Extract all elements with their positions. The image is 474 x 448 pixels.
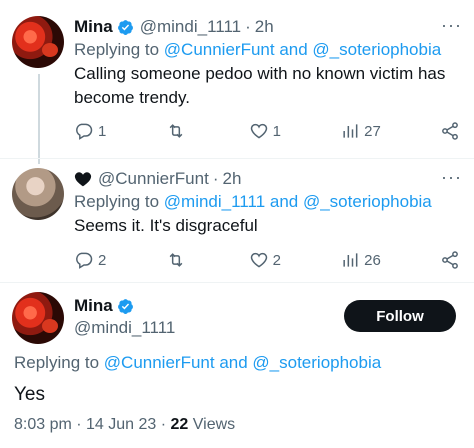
heart-icon <box>250 123 267 139</box>
reply-button[interactable]: 2 <box>74 250 106 270</box>
divider <box>0 158 474 159</box>
replying-to-label: Replying to <box>74 40 164 59</box>
tweet-text: Seems it. It's disgraceful <box>74 216 258 235</box>
reply-button[interactable]: 1 <box>74 121 106 141</box>
mention-link[interactable]: @_soteriophobia <box>312 40 441 59</box>
more-options-icon[interactable]: ··· <box>441 16 462 34</box>
mention-link[interactable]: @_soteriophobia <box>303 192 432 211</box>
avatar[interactable] <box>12 292 64 344</box>
replying-to: Replying to @mindi_1111 and @_soteriopho… <box>74 190 460 214</box>
handle[interactable]: @CunnierFunt <box>98 168 209 190</box>
share-button[interactable] <box>440 250 460 270</box>
more-options-icon[interactable]: ··· <box>441 168 462 186</box>
view-count: 27 <box>364 122 381 140</box>
tweet-actions: 1 1 27 <box>74 119 460 143</box>
avatar[interactable] <box>12 168 64 220</box>
analytics-icon <box>343 253 358 267</box>
replying-to-label: Replying to <box>14 353 104 372</box>
views-button[interactable]: 27 <box>340 121 381 141</box>
separator-dot: · <box>245 17 251 36</box>
black-heart-icon <box>74 172 92 187</box>
replying-to: Replying to @CunnierFunt and @_soterioph… <box>74 38 460 62</box>
timestamp[interactable]: 2h <box>222 168 241 190</box>
mention-link[interactable]: @mindi_1111 <box>164 192 265 211</box>
separator-dot: · <box>71 416 87 433</box>
post-date[interactable]: 14 Jun 23 <box>86 416 156 433</box>
divider <box>0 282 474 283</box>
avatar[interactable] <box>12 16 64 68</box>
display-name[interactable]: Mina <box>74 16 113 38</box>
mention-link[interactable]: @CunnierFunt <box>164 40 275 59</box>
mention-and: and <box>274 40 313 59</box>
retweet-button[interactable] <box>166 250 190 270</box>
share-icon <box>442 251 458 269</box>
share-button[interactable] <box>440 121 460 141</box>
tweet-text: Yes <box>14 384 45 405</box>
retweet-icon <box>169 124 182 138</box>
follow-button[interactable]: Follow <box>344 300 456 332</box>
handle[interactable]: @mindi_1111 <box>140 16 241 38</box>
handle[interactable]: @mindi_1111 <box>74 318 175 338</box>
view-count: 26 <box>364 251 381 269</box>
replying-to-label: Replying to <box>74 192 164 211</box>
reply-count: 2 <box>98 251 107 269</box>
mention-link[interactable]: @CunnierFunt <box>104 353 215 372</box>
main-author-row: Mina <box>74 296 140 316</box>
like-count: 1 <box>272 122 281 140</box>
like-button[interactable]: 1 <box>249 121 281 141</box>
tweet-meta: 8:03 pm · 14 Jun 23 · 22 Views <box>14 416 235 434</box>
retweet-button[interactable] <box>166 121 190 141</box>
tweet-header: @CunnierFunt · 2h <box>74 168 460 190</box>
mention-and: and <box>265 192 303 211</box>
display-name[interactable]: Mina <box>74 296 113 316</box>
views-label: Views <box>188 416 236 433</box>
views-button[interactable]: 26 <box>340 250 381 270</box>
mention-link[interactable]: @_soteriophobia <box>252 353 381 372</box>
verified-badge-icon <box>117 298 133 314</box>
like-button[interactable]: 2 <box>249 250 281 270</box>
tweet-header: Mina @mindi_1111 · 2h <box>74 16 460 38</box>
heart-icon <box>250 252 267 268</box>
like-count: 2 <box>272 251 281 269</box>
retweet-icon <box>169 253 182 267</box>
tweet-text: Calling someone pedoo with no known vict… <box>74 64 446 107</box>
reply-icon <box>76 252 93 269</box>
replying-to: Replying to @CunnierFunt and @_soterioph… <box>14 353 381 373</box>
tweet-actions: 2 2 26 <box>74 248 460 272</box>
analytics-icon <box>343 124 358 138</box>
reply-count: 1 <box>98 122 107 140</box>
post-time[interactable]: 8:03 pm <box>14 416 72 433</box>
mention-and: and <box>214 353 253 372</box>
share-icon <box>442 122 458 140</box>
reply-icon <box>76 123 93 140</box>
timestamp[interactable]: 2h <box>255 16 274 38</box>
verified-badge-icon <box>117 19 133 35</box>
views-count[interactable]: 22 <box>171 416 189 433</box>
separator-dot: · <box>212 169 219 188</box>
separator-dot: · <box>156 416 171 433</box>
